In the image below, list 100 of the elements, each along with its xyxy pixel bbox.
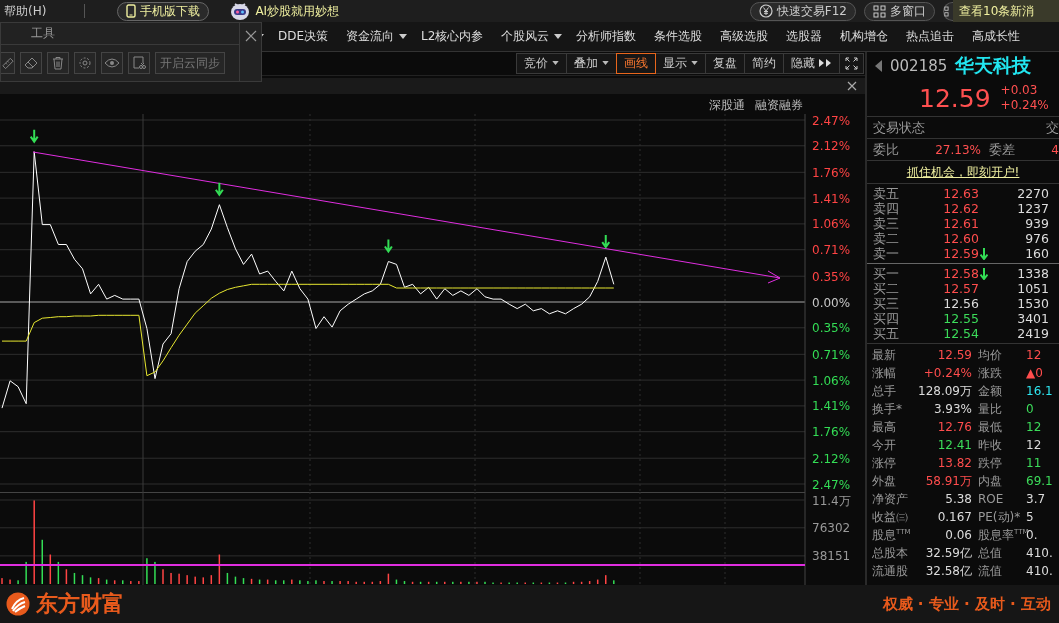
- order-price: 12.57: [942, 281, 979, 296]
- order-price: 12.58: [942, 266, 979, 281]
- order-price: 12.62: [942, 201, 979, 216]
- brand-name: 东方财富: [36, 590, 124, 618]
- axis-tick-label: 0.35%: [812, 269, 851, 284]
- stat-label: 股息率$^{TTM}$: [978, 526, 1026, 544]
- order-level-label: 买一: [873, 266, 900, 281]
- stat-value: 128.09万: [917, 382, 972, 400]
- order-volume: 1338: [1016, 266, 1049, 281]
- stat-value: 5.38: [944, 492, 972, 506]
- stat-value: 12.41: [936, 438, 972, 452]
- order-volume: 976: [1024, 231, 1049, 246]
- stat-value: 12: [1026, 420, 1042, 434]
- order-level-label: 卖一: [873, 246, 900, 261]
- axis-tick-label: 1.41%: [812, 399, 851, 414]
- ratio-label: 委比: [873, 140, 899, 159]
- stat-value: 410.: [1026, 564, 1053, 578]
- axis-tick-label: 0.71%: [812, 243, 851, 258]
- price-change-percent: +0.24%: [1000, 98, 1049, 113]
- order-volume: 1237: [1016, 201, 1049, 216]
- stat-value: 0.167: [936, 510, 972, 524]
- stat-value: +0.24%: [922, 366, 972, 380]
- stat-label: 涨幅: [872, 364, 897, 382]
- stat-label: 流通股: [872, 562, 909, 580]
- order-price: 12.60: [942, 231, 979, 246]
- stat-label: 涨跌: [978, 364, 1003, 382]
- order-price: 12.63: [942, 186, 979, 201]
- stat-value: 0.06: [944, 528, 972, 542]
- stock-code: 002185: [890, 57, 948, 75]
- order-level-label: 买四: [873, 311, 900, 326]
- stat-label: 总股本: [872, 544, 909, 562]
- stat-label: 外盘: [872, 472, 897, 490]
- stat-value: 32.59亿: [924, 544, 972, 562]
- stat-value: 12: [1026, 438, 1042, 452]
- axis-tick-label: 1.76%: [812, 425, 851, 440]
- order-volume: 939: [1024, 216, 1049, 231]
- order-level-label: 卖四: [873, 201, 900, 216]
- stat-value: 12: [1026, 348, 1042, 362]
- stat-label: 收益㈢: [872, 508, 909, 526]
- stat-label: 最低: [978, 418, 1003, 436]
- stat-label: 最高: [872, 418, 897, 436]
- order-volume: 2270: [1016, 186, 1049, 201]
- axis-tick-label: 1.06%: [812, 373, 851, 388]
- order-level-label: 卖五: [873, 186, 900, 201]
- status-value: 交: [1046, 118, 1059, 137]
- stat-label: 涨停: [872, 454, 897, 472]
- order-level-label: 卖二: [873, 231, 900, 246]
- stat-value: 12.59: [936, 348, 972, 362]
- stat-value: 58.91万: [924, 472, 972, 490]
- price-change: +0.03: [1000, 83, 1039, 98]
- stat-label: 净资产: [872, 490, 909, 508]
- axis-tick-label: 2.47%: [812, 477, 851, 492]
- stat-value: 0.: [1026, 528, 1038, 542]
- order-volume: 3401: [1016, 311, 1049, 326]
- stat-label: 最新: [872, 346, 897, 364]
- axis-tick-label: 1.06%: [812, 217, 851, 232]
- diff-label: 委差: [989, 140, 1015, 159]
- stat-label: 金额: [978, 382, 1003, 400]
- stat-value: ▲0: [1026, 366, 1043, 380]
- stat-label: 流值: [978, 562, 1003, 580]
- axis-tick-label: 2.12%: [812, 451, 851, 466]
- stat-value: 13.82: [936, 456, 972, 470]
- slogan: 权威 · 专业 · 及时 · 互动: [882, 594, 1051, 614]
- stat-label: 内盘: [978, 472, 1003, 490]
- axis-tick-label: 0.71%: [812, 347, 851, 362]
- axis-tick-label: 11.4万: [812, 493, 851, 508]
- order-level-label: 买二: [873, 281, 900, 296]
- tools-title: 工具: [1, 23, 239, 45]
- order-price: 12.61: [942, 216, 979, 231]
- stat-value: 32.58亿: [924, 562, 972, 580]
- order-volume: 2419: [1016, 326, 1049, 341]
- status-label: 交易状态: [873, 118, 925, 137]
- order-level-label: 买三: [873, 296, 900, 311]
- axis-tick-label: 2.12%: [812, 139, 851, 154]
- axis-tick-label: 1.76%: [812, 165, 851, 180]
- axis-tick-label: 1.41%: [812, 191, 851, 206]
- axis-tick-label: 38151: [812, 549, 851, 564]
- stat-label: 股息$^{TTM}$: [872, 526, 910, 544]
- order-price: 12.55: [942, 311, 979, 326]
- order-price: 12.56: [942, 296, 979, 311]
- stat-value: 3.7: [1026, 492, 1046, 506]
- diff-value: 4: [1051, 142, 1059, 157]
- stat-label: 总手: [872, 382, 897, 400]
- stat-label: 均价: [978, 346, 1003, 364]
- stat-value: 11: [1026, 456, 1042, 470]
- stat-label: 昨收: [978, 436, 1003, 454]
- stat-value: 0: [1026, 402, 1034, 416]
- stat-value: 5: [1026, 510, 1034, 524]
- stock-name: 华天科技: [955, 53, 1032, 78]
- axis-tick-label: 0.00%: [812, 295, 851, 310]
- order-volume: 160: [1024, 246, 1049, 261]
- order-volume: 1051: [1016, 281, 1049, 296]
- stat-label: 换手*: [872, 400, 903, 418]
- stat-value: 12.76: [936, 420, 972, 434]
- order-level-label: 卖三: [873, 216, 900, 231]
- order-price: 12.59: [942, 246, 979, 261]
- last-price: 12.59: [919, 83, 991, 113]
- axis-tick-label: 0.35%: [812, 321, 851, 336]
- stat-value: 69.1: [1026, 474, 1053, 488]
- stat-label: 量比: [978, 400, 1003, 418]
